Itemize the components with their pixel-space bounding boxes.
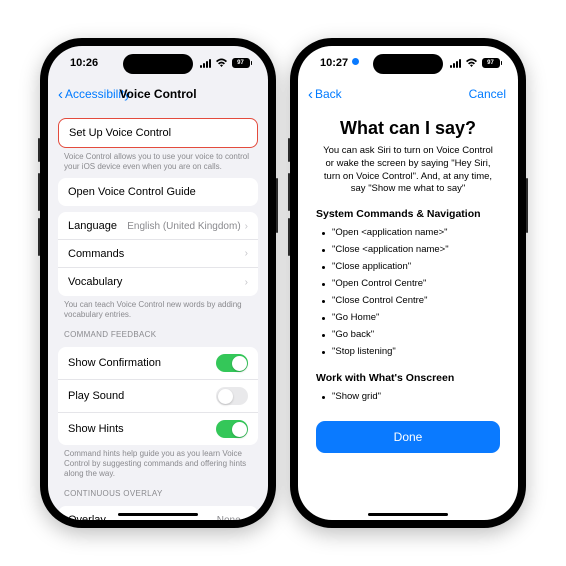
- setup-voice-control-cell[interactable]: Set Up Voice Control: [58, 118, 258, 148]
- language-label: Language: [68, 220, 117, 232]
- play-sound-label: Play Sound: [68, 390, 124, 402]
- onscreen-list: "Show grid": [316, 388, 500, 405]
- list-item: "Show grid": [322, 388, 500, 405]
- cellular-icon: [200, 59, 211, 68]
- iphone-left: 10:26 97 ‹ Accessibility Voice Control S…: [40, 38, 276, 528]
- play-sound-toggle[interactable]: [216, 387, 248, 405]
- list-item: "Close <application name>": [322, 241, 500, 258]
- chevron-right-icon: ›: [245, 515, 248, 520]
- language-value: English (United Kingdom): [127, 221, 240, 232]
- list-item: "Open <application name>": [322, 224, 500, 241]
- back-button[interactable]: Back: [315, 87, 342, 101]
- status-time: 10:27: [320, 57, 359, 69]
- chevron-right-icon: ›: [245, 221, 248, 232]
- dynamic-island: [373, 54, 443, 74]
- overlay-value: None: [217, 515, 241, 520]
- battery-icon: 97: [232, 58, 253, 68]
- nav-title: Voice Control: [119, 87, 196, 101]
- show-confirmation-row: Show Confirmation: [58, 347, 258, 380]
- language-row[interactable]: Language English (United Kingdom) ›: [58, 212, 258, 240]
- wifi-icon: [465, 58, 478, 68]
- chevron-right-icon: ›: [245, 248, 248, 259]
- commands-label: Commands: [68, 248, 124, 260]
- cancel-button[interactable]: Cancel: [469, 87, 506, 101]
- system-commands-list: "Open <application name>" "Close <applic…: [316, 224, 500, 360]
- show-confirmation-label: Show Confirmation: [68, 357, 161, 369]
- show-hints-label: Show Hints: [68, 423, 124, 435]
- vocabulary-label: Vocabulary: [68, 276, 122, 288]
- wifi-icon: [215, 58, 228, 68]
- play-sound-row: Play Sound: [58, 380, 258, 413]
- guide-label: Open Voice Control Guide: [68, 186, 196, 198]
- list-item: "Close Control Centre": [322, 292, 500, 309]
- setup-voice-control-label: Set Up Voice Control: [69, 127, 171, 139]
- show-hints-toggle[interactable]: [216, 420, 248, 438]
- list-item: "Close application": [322, 258, 500, 275]
- vocabulary-row[interactable]: Vocabulary ›: [58, 268, 258, 296]
- nav-bar: ‹ Accessibility Voice Control: [48, 80, 268, 108]
- overlay-label: Overlay: [68, 514, 106, 520]
- setup-footer: Voice Control allows you to use your voi…: [48, 148, 268, 172]
- back-chevron-icon[interactable]: ‹: [58, 87, 63, 102]
- onscreen-header: Work with What's Onscreen: [316, 372, 500, 384]
- cellular-icon: [450, 59, 461, 68]
- list-item: "Go Home": [322, 309, 500, 326]
- system-commands-header: System Commands & Navigation: [316, 208, 500, 220]
- list-item: "Go back": [322, 326, 500, 343]
- vocabulary-footer: You can teach Voice Control new words by…: [48, 296, 268, 320]
- mic-indicator-icon: [352, 58, 359, 65]
- show-hints-row: Show Hints: [58, 413, 258, 445]
- status-time: 10:26: [70, 57, 98, 69]
- iphone-right: 10:27 97 ‹ Back Cancel What can I say? Y…: [290, 38, 526, 528]
- hints-footer: Command hints help guide you as you lear…: [48, 445, 268, 479]
- commands-row[interactable]: Commands ›: [58, 240, 258, 268]
- intro-text: You can ask Siri to turn on Voice Contro…: [316, 145, 500, 196]
- page-title: What can I say?: [316, 118, 500, 139]
- overlay-header: CONTINUOUS OVERLAY: [48, 479, 268, 500]
- home-indicator[interactable]: [368, 513, 448, 516]
- home-indicator[interactable]: [118, 513, 198, 516]
- feedback-header: COMMAND FEEDBACK: [48, 320, 268, 341]
- battery-icon: 97: [482, 58, 503, 68]
- done-button[interactable]: Done: [316, 421, 500, 453]
- guide-cell[interactable]: Open Voice Control Guide: [58, 178, 258, 206]
- show-confirmation-toggle[interactable]: [216, 354, 248, 372]
- nav-bar: ‹ Back Cancel: [298, 80, 518, 108]
- chevron-right-icon: ›: [245, 277, 248, 288]
- dynamic-island: [123, 54, 193, 74]
- list-item: "Open Control Centre": [322, 275, 500, 292]
- list-item: "Stop listening": [322, 343, 500, 360]
- back-chevron-icon[interactable]: ‹: [308, 87, 313, 102]
